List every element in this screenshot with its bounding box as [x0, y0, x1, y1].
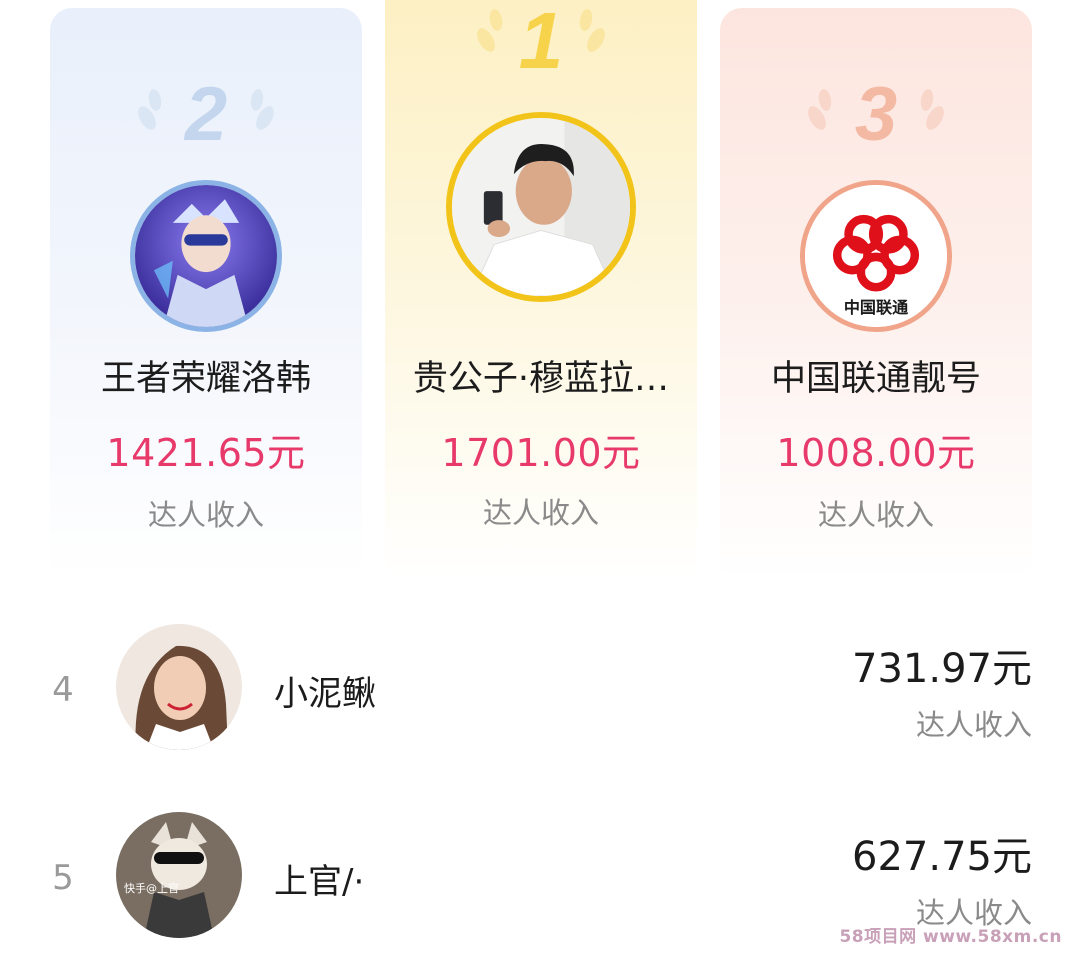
list-item-name: 小泥鳅	[274, 674, 376, 714]
avatar[interactable]	[130, 180, 282, 332]
podium-amount: 1008.00元	[776, 431, 976, 475]
avatar[interactable]: 快手@上官	[116, 812, 242, 938]
svg-text:中国联通: 中国联通	[844, 298, 909, 317]
watermark: 58项目网 www.58xm.cn	[839, 927, 1062, 947]
rank-2-laurel-badge-icon: 2	[138, 72, 274, 150]
podium-label: 达人收入	[817, 498, 934, 532]
podium-amount: 1421.65元	[106, 431, 306, 475]
podium-amount: 1701.00元	[441, 431, 641, 475]
svg-text:2: 2	[183, 72, 227, 150]
podium-label: 达人收入	[147, 498, 264, 532]
podium-name: 中国联通靓号	[770, 359, 981, 399]
list-item-label: 达人收入	[915, 708, 1032, 742]
podium-card-rank-1[interactable]: 1 贵公子·穆蓝拉… 1701.00元 达人收入	[385, 0, 697, 580]
podium-card-rank-2[interactable]: 2 王者荣耀洛韩 1421.65元 达人收入	[50, 8, 362, 580]
svg-text:1: 1	[519, 0, 564, 76]
avatar[interactable]	[116, 624, 242, 750]
svg-text:3: 3	[855, 72, 897, 150]
rank-number: 4	[52, 670, 74, 710]
rank-1-laurel-badge-icon: 1	[477, 0, 605, 76]
list-item-amount: 627.75元	[852, 834, 1032, 880]
list-item[interactable]: 4 小泥鳅 731.97元 达人收入	[0, 624, 1080, 774]
svg-text:快手@上官: 快手@上官	[124, 881, 179, 895]
podium-name: 王者荣耀洛韩	[100, 359, 311, 399]
list-item-name: 上官/·	[274, 862, 365, 902]
rank-number: 5	[52, 858, 74, 898]
podium-name: 贵公子·穆蓝拉…	[412, 359, 670, 399]
avatar[interactable]	[446, 112, 636, 302]
rank-3-laurel-badge-icon: 3	[808, 72, 944, 150]
podium-card-rank-3[interactable]: 3 中国联通 中国联通靓号 1008.00元 达人收入	[720, 8, 1032, 580]
list-item-amount: 731.97元	[852, 646, 1032, 692]
podium-label: 达人收入	[482, 496, 599, 530]
china-unicom-logo-avatar[interactable]: 中国联通	[800, 180, 952, 332]
